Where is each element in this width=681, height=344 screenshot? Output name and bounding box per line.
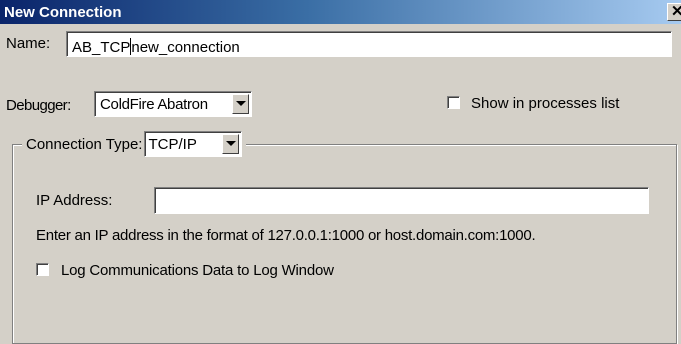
show-in-processes-label: Show in processes list: [471, 95, 620, 112]
connection-type-selected: TCP/IP: [148, 136, 197, 153]
connection-type-legend: Connection Type: TCP/IP: [22, 131, 247, 157]
debugger-dropdown[interactable]: ColdFire Abatron: [94, 91, 252, 117]
connection-type-label: Connection Type:: [26, 135, 143, 153]
ip-format-hint: Enter an IP address in the format of 127…: [36, 227, 536, 244]
ip-address-label: IP Address:: [36, 192, 113, 209]
new-connection-dialog: New Connection ✕ Name: AB_TCPnew_connect…: [0, 0, 681, 344]
show-in-processes-checkbox[interactable]: [447, 96, 460, 109]
name-field[interactable]: AB_TCPnew_connection: [66, 31, 672, 57]
name-field-value: AB_TCPnew_connection: [72, 35, 240, 56]
window-title: New Connection: [4, 4, 122, 21]
close-icon: ✕: [671, 3, 681, 20]
title-bar[interactable]: New Connection ✕: [0, 0, 681, 24]
name-label: Name:: [6, 35, 51, 52]
chevron-down-icon[interactable]: [222, 134, 240, 154]
connection-type-group: [12, 144, 677, 344]
ip-address-field[interactable]: [154, 187, 649, 214]
log-communications-checkbox[interactable]: [36, 263, 49, 276]
name-value-part-1: AB_TCP: [72, 39, 131, 56]
chevron-down-icon[interactable]: [232, 94, 249, 114]
debugger-selected: ColdFire Abatron: [100, 96, 208, 113]
log-communications-label: Log Communications Data to Log Window: [61, 262, 334, 279]
name-value-part-2: new_connection: [131, 39, 240, 56]
close-button[interactable]: ✕: [667, 3, 681, 21]
text-caret: [130, 38, 132, 55]
debugger-label: Debugger:: [6, 97, 71, 114]
connection-type-dropdown[interactable]: TCP/IP: [144, 131, 243, 157]
